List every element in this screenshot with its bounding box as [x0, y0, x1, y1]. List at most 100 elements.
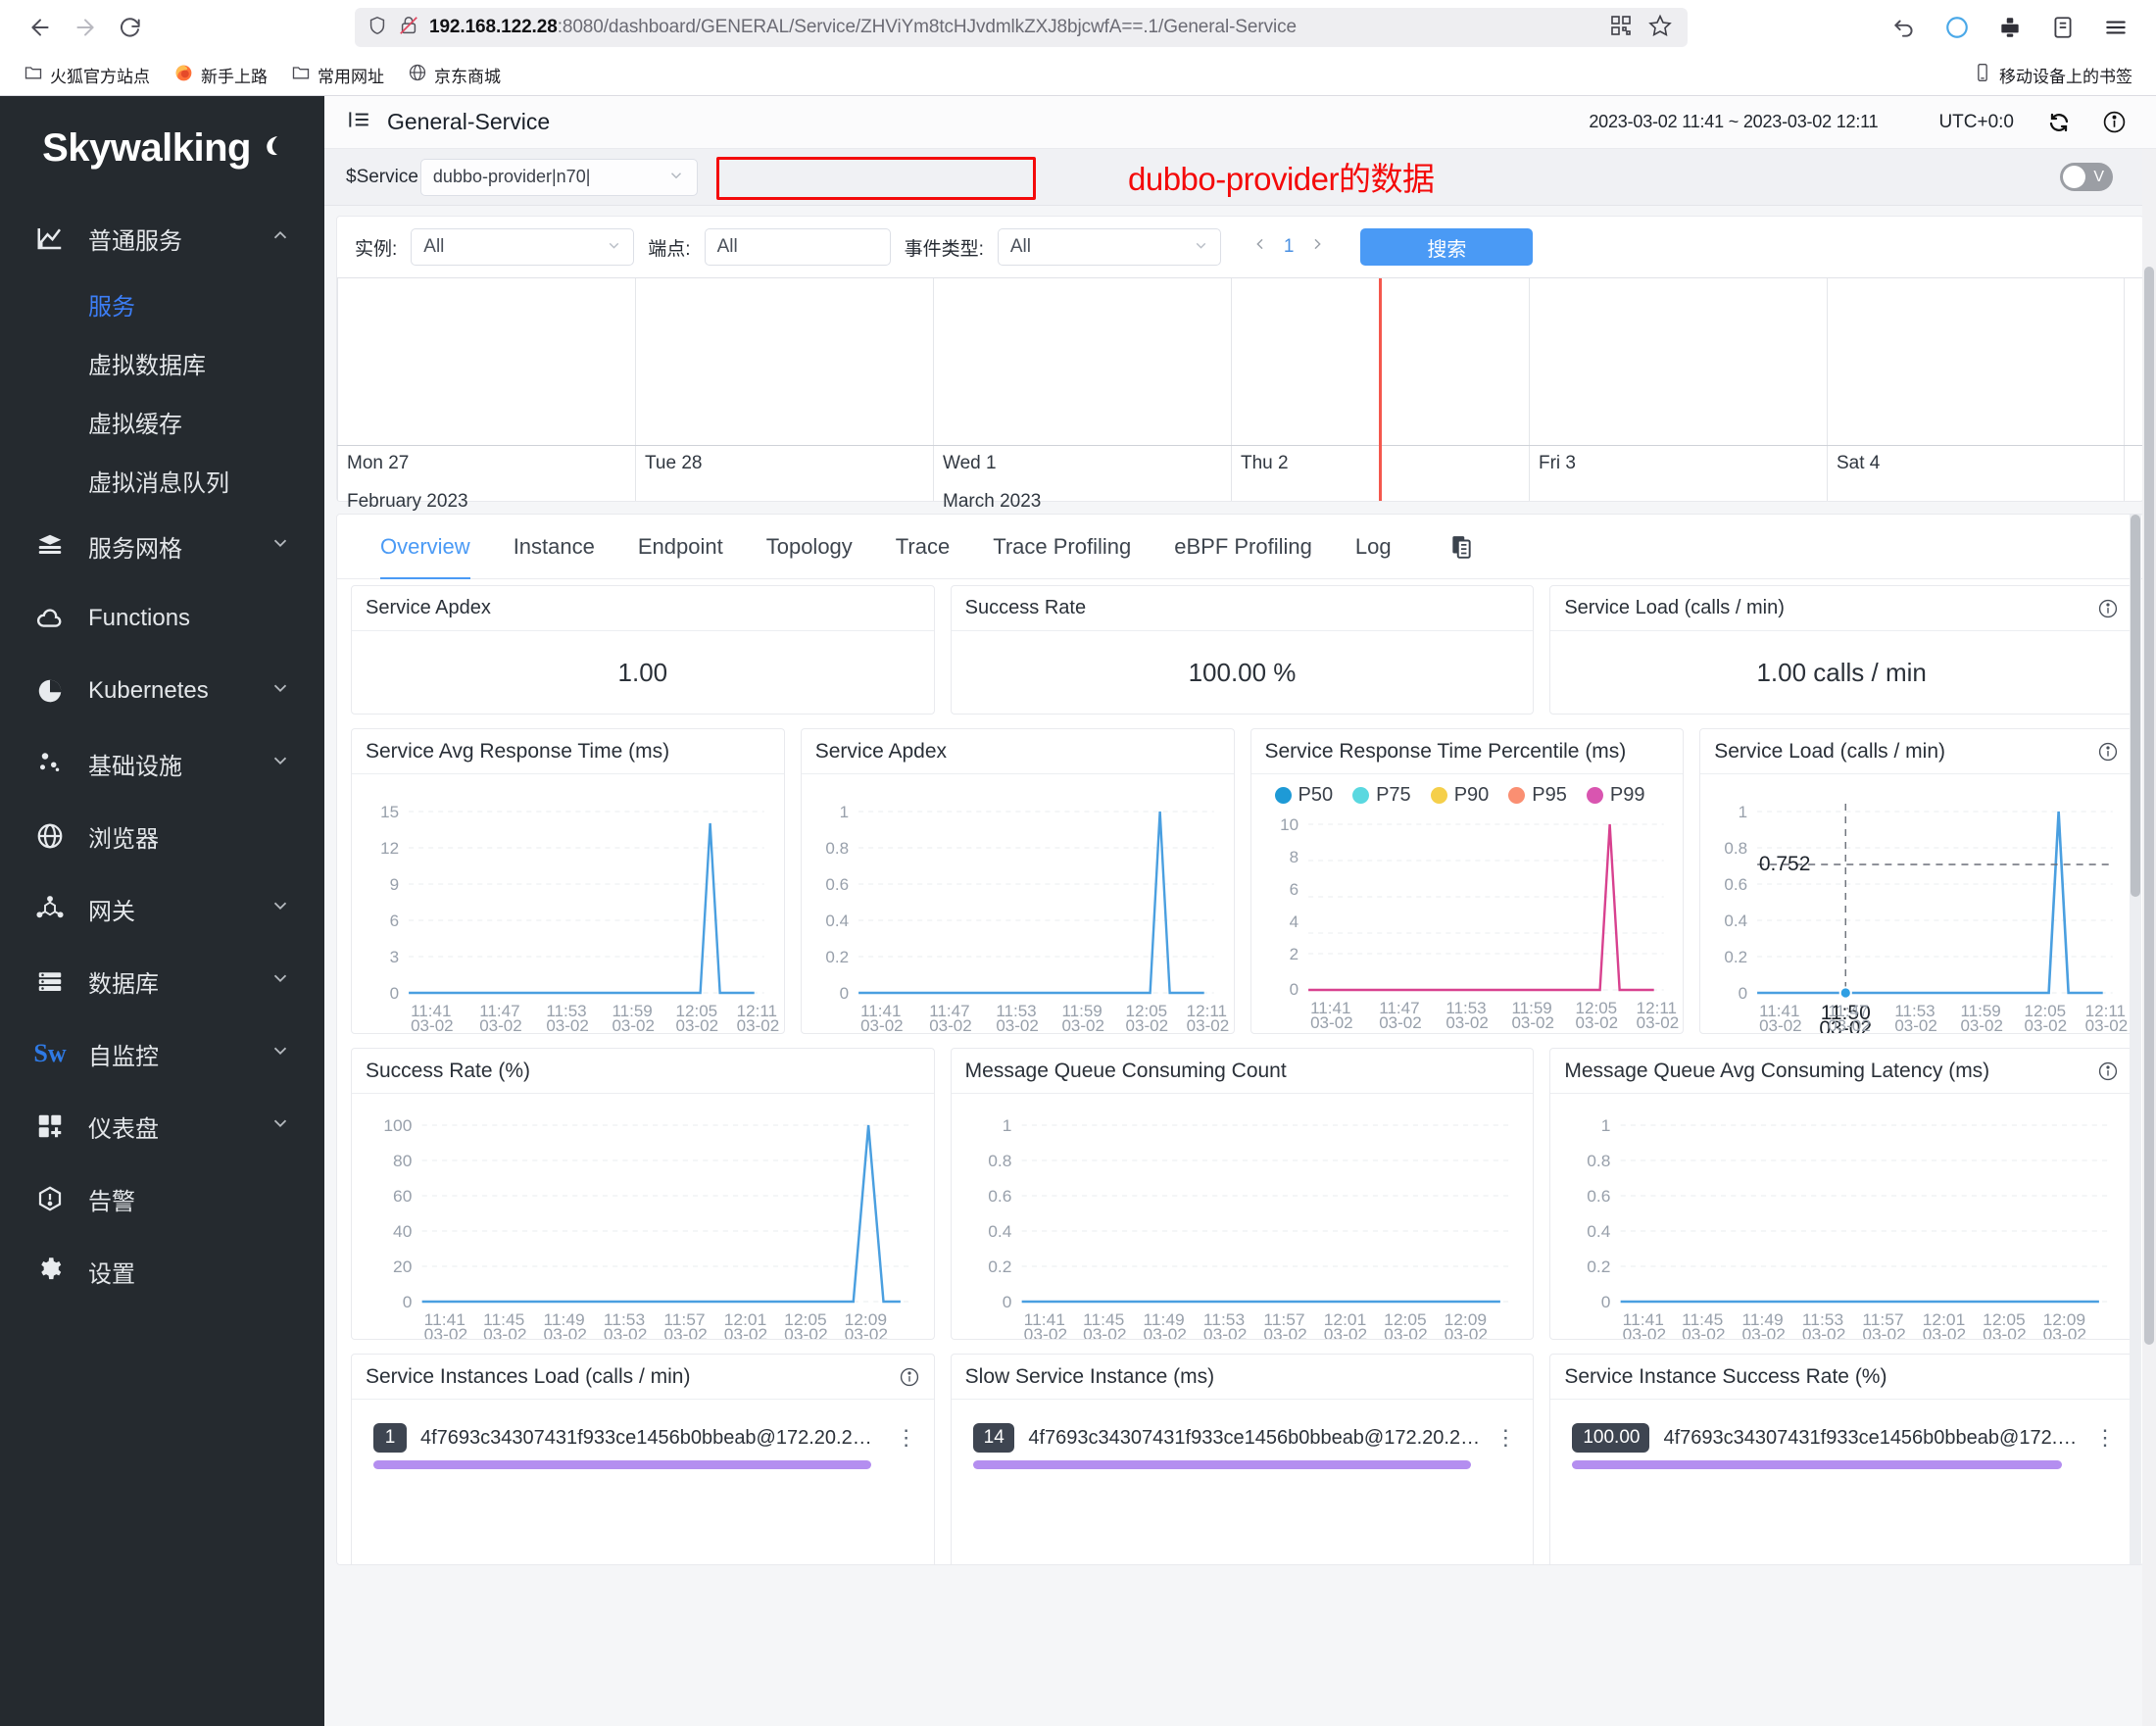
endpoint-filter-input[interactable]: All [704, 228, 891, 266]
list-item[interactable]: 100.00 4f7693c34307431f933ce1456b0bbeab@… [1572, 1423, 2117, 1453]
page-scrollbar[interactable] [2142, 149, 2156, 1726]
legend-item-p95[interactable]: P95 [1508, 784, 1567, 807]
svg-text:03-02: 03-02 [1759, 1016, 1802, 1033]
chart-canvas[interactable]: 1 0.8 0.6 0.4 0.2 0 11:41 03-02 1 [1550, 1094, 2132, 1339]
sidebar-item-services[interactable]: 服务 [0, 274, 324, 333]
chart-message-queue-consuming-count: Message Queue Consuming Count 1 0.8 0.6 … [950, 1048, 1535, 1340]
charts-row-2: Service Avg Response Time (ms) 15 12 9 6… [351, 728, 2133, 1034]
tab-ebpf-profiling[interactable]: eBPF Profiling [1152, 515, 1334, 579]
list-item[interactable]: 1 4f7693c34307431f933ce1456b0bbeab@172.2… [373, 1423, 918, 1453]
sidebar-item-virtual-cache[interactable]: 虚拟缓存 [0, 392, 324, 451]
tab-topology[interactable]: Topology [745, 515, 874, 579]
svg-text:03-02: 03-02 [1682, 1324, 1725, 1339]
qr-code-icon[interactable] [1609, 14, 1633, 42]
chevron-down-icon [606, 237, 622, 257]
svg-text:03-02: 03-02 [546, 1016, 589, 1033]
info-icon[interactable] [2097, 1060, 2119, 1082]
search-button[interactable]: 搜索 [1360, 228, 1534, 266]
list-item[interactable]: 14 4f7693c34307431f933ce1456b0bbeab@172.… [972, 1423, 1518, 1453]
info-icon[interactable] [2097, 741, 2119, 763]
dashboard-scrollbar-thumb[interactable] [2131, 515, 2140, 897]
more-options-icon[interactable]: ⋮ [1494, 1427, 1517, 1449]
sidebar-item-alarm[interactable]: 告警 [0, 1162, 324, 1235]
chart-canvas[interactable]: P50 P75 P90 P95 P99 10 8 6 4 2 0 11:41 0… [1251, 774, 1684, 1030]
tab-overview[interactable]: Overview [359, 515, 492, 579]
svg-text:03-02: 03-02 [1083, 1324, 1126, 1339]
tab-instance[interactable]: Instance [492, 515, 616, 579]
legend-item-p50[interactable]: P50 [1274, 784, 1333, 807]
legend-item-p99[interactable]: P99 [1586, 784, 1644, 807]
page-scrollbar-thumb[interactable] [2144, 267, 2154, 1345]
info-icon[interactable] [2102, 110, 2127, 134]
tab-log[interactable]: Log [1334, 515, 1413, 579]
service-select[interactable]: dubbo-provider|n70| [419, 158, 698, 196]
svg-text:03-02: 03-02 [845, 1324, 888, 1339]
instance-bar [1572, 1460, 2063, 1469]
refresh-icon[interactable] [2047, 111, 2071, 134]
chart-service-avg-response-time: Service Avg Response Time (ms) 15 12 9 6… [351, 728, 785, 1034]
tab-trace[interactable]: Trace [874, 515, 971, 579]
sidebar-item-gateway[interactable]: 网关 [0, 872, 324, 945]
bookmark-item[interactable]: 新手上路 [164, 60, 277, 91]
back-button[interactable] [18, 5, 63, 50]
sidebar-item-infrastructure[interactable]: 基础设施 [0, 727, 324, 800]
chart-canvas[interactable]: 100 80 60 40 20 0 11:41 03-02 11:45 03-0… [352, 1094, 934, 1339]
events-timeline-chart[interactable]: Mon 27 Tue 28 Wed 1 Thu 2 Fri 3 Sat 4 Fe… [337, 277, 2143, 512]
sidebar-item-database[interactable]: 数据库 [0, 945, 324, 1017]
mobile-bookmarks-item[interactable]: 移动设备上的书签 [1963, 60, 2142, 90]
folder-icon [291, 63, 311, 87]
svg-text:0.8: 0.8 [825, 839, 849, 858]
chart-icon [33, 223, 67, 253]
sidebar-item-service-mesh[interactable]: 服务网格 [0, 510, 324, 582]
sidebar-item-virtual-mq[interactable]: 虚拟消息队列 [0, 451, 324, 510]
skywalking-logo[interactable]: Skywalking [0, 110, 324, 186]
chevron-up-icon [270, 224, 291, 253]
event-type-filter-select[interactable]: All [997, 228, 1221, 266]
dashboard-scrollbar[interactable] [2130, 515, 2141, 1564]
sidebar-item-kubernetes[interactable]: Kubernetes [0, 655, 324, 727]
save-to-pocket-icon[interactable] [2040, 5, 2085, 50]
chart-canvas[interactable]: 15 12 9 6 3 0 11:41 03-02 11:47 03-02 11… [352, 774, 784, 1033]
svg-text:03-02: 03-02 [2043, 1324, 2086, 1339]
firefox-icon [173, 63, 194, 88]
forward-button[interactable] [63, 5, 108, 50]
svg-text:0.8: 0.8 [1588, 1151, 1611, 1170]
chart-canvas[interactable]: 1 0.8 0.6 0.4 0.2 0 11:41 03-02 1 [802, 774, 1234, 1033]
info-icon[interactable] [899, 1366, 920, 1388]
reload-button[interactable] [108, 5, 153, 50]
menu-hamburger-icon[interactable] [2093, 5, 2138, 50]
sidebar-item-settings[interactable]: 设置 [0, 1235, 324, 1307]
address-bar[interactable]: 192.168.122.28:8080/dashboard/GENERAL/Se… [355, 8, 1688, 47]
bookmark-item[interactable]: 京东商城 [398, 60, 511, 90]
undo-icon[interactable] [1882, 5, 1927, 50]
copy-dashboard-icon[interactable] [1448, 533, 1474, 561]
legend-item-p90[interactable]: P90 [1430, 784, 1489, 807]
tab-endpoint[interactable]: Endpoint [616, 515, 745, 579]
sync-circle-icon[interactable] [1935, 5, 1980, 50]
info-icon[interactable] [2097, 598, 2119, 619]
prev-page-button[interactable] [1252, 236, 1268, 258]
bookmark-item[interactable]: 常用网址 [281, 60, 394, 90]
sidebar-item-virtual-database[interactable]: 虚拟数据库 [0, 333, 324, 392]
sidebar-item-browser[interactable]: 浏览器 [0, 800, 324, 872]
bookmark-star-icon[interactable] [1648, 14, 1672, 42]
chart-canvas[interactable]: 1 0.8 0.6 0.4 0.2 0 11:41 03-02 1 [952, 1094, 1534, 1339]
sidebar-item-functions[interactable]: Functions [0, 582, 324, 655]
sidebar-item-general-service[interactable]: 普通服务 [0, 202, 324, 274]
collapse-sidebar-icon[interactable] [346, 107, 371, 137]
next-page-button[interactable] [1309, 236, 1325, 258]
sidebar-item-self-observability[interactable]: Sw 自监控 [0, 1017, 324, 1090]
chart-canvas[interactable]: 1 0.8 0.6 0.4 0.2 0 0.752 11:50 03-02 11… [1700, 774, 2132, 1033]
sidebar-item-dashboard[interactable]: 仪表盘 [0, 1090, 324, 1162]
time-range-label[interactable]: 2023-03-02 11:41 ~ 2023-03-02 12:11 [1589, 112, 1878, 132]
tab-trace-profiling[interactable]: Trace Profiling [971, 515, 1152, 579]
more-options-icon[interactable]: ⋮ [2094, 1427, 2117, 1449]
extension-icon[interactable] [1987, 5, 2033, 50]
more-options-icon[interactable]: ⋮ [896, 1427, 918, 1449]
page-number[interactable]: 1 [1284, 236, 1295, 258]
legend-item-p75[interactable]: P75 [1352, 784, 1411, 807]
svg-text:03-02: 03-02 [1446, 1013, 1489, 1030]
instance-filter-select[interactable]: All [411, 228, 635, 266]
bookmark-item[interactable]: 火狐官方站点 [14, 60, 160, 90]
view-toggle[interactable]: V [2060, 163, 2113, 191]
